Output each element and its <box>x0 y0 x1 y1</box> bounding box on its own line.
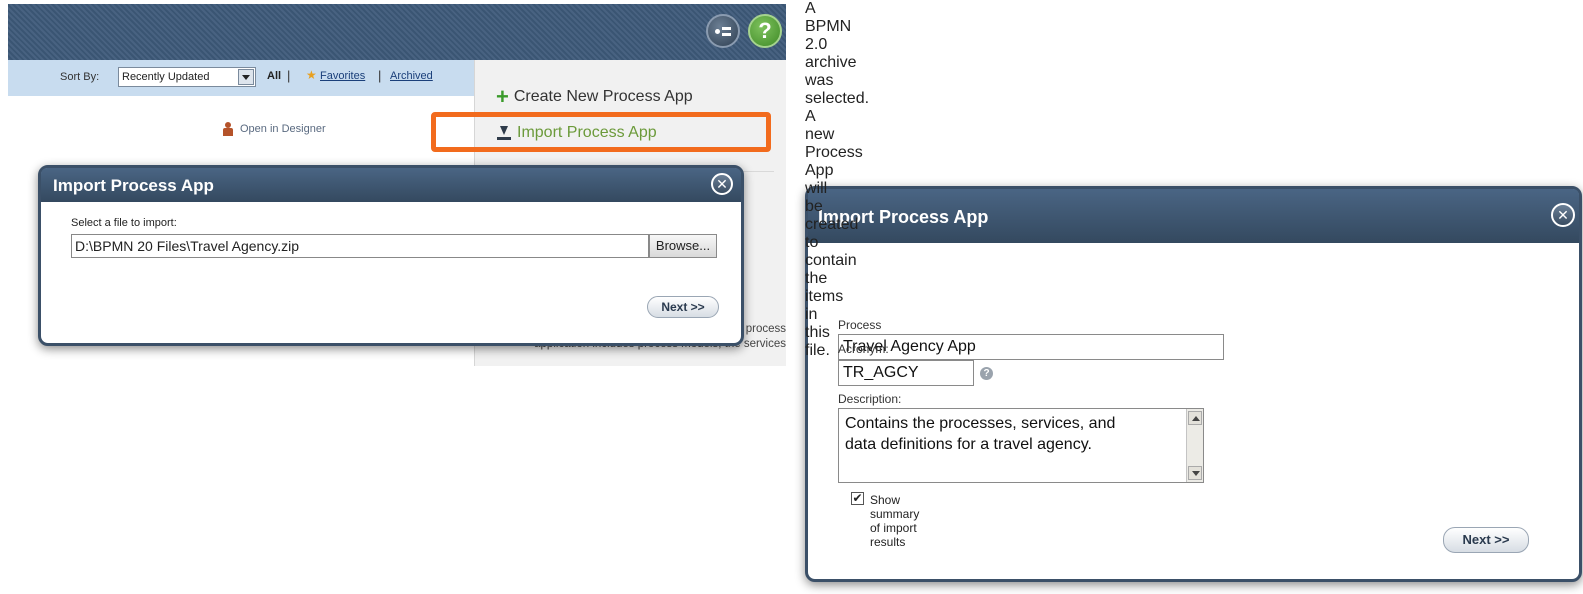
chevron-down-icon[interactable] <box>238 69 254 85</box>
description-text: Contains the processes, services, and da… <box>845 413 1175 455</box>
sort-select-value: Recently Updated <box>122 71 210 83</box>
open-in-designer-label: Open in Designer <box>240 123 326 135</box>
create-process-app-label: Create New Process App <box>513 88 693 105</box>
download-icon <box>496 126 512 140</box>
description-line: Contains the processes, services, and <box>845 415 1116 432</box>
dialog-header: Import Process App ✕ <box>808 189 1579 243</box>
scroll-up-icon[interactable] <box>1188 411 1202 425</box>
scroll-down-icon[interactable] <box>1188 466 1202 480</box>
help-icon[interactable]: ? <box>980 367 993 380</box>
filter-favorites[interactable]: Favorites <box>320 70 365 82</box>
process-app-name-input[interactable]: Travel Agency App <box>838 334 1224 360</box>
filter-separator: | <box>378 68 382 83</box>
filter-archived[interactable]: Archived <box>390 70 433 82</box>
file-label: Select a file to import: <box>71 217 177 229</box>
open-in-designer-link[interactable]: Open in Designer <box>222 122 326 136</box>
description-label: Description: <box>838 392 902 406</box>
filter-all[interactable]: All <box>267 70 281 82</box>
file-path-input[interactable]: D:\BPMN 20 Files\Travel Agency.zip <box>71 234 649 258</box>
close-icon[interactable]: ✕ <box>1551 203 1575 227</box>
dialog-title: Import Process App <box>53 176 214 195</box>
import-process-app-label: Import Process App <box>517 124 657 141</box>
scrollbar[interactable] <box>1186 409 1203 482</box>
acronym-label: Acronym: <box>838 342 889 356</box>
next-button[interactable]: Next >> <box>647 296 719 318</box>
top-banner: ? <box>8 4 786 60</box>
sort-bar: Sort By: Recently Updated All | ★ Favori… <box>8 60 474 96</box>
browse-button[interactable]: Browse... <box>649 234 717 258</box>
description-textarea[interactable]: Contains the processes, services, and da… <box>838 408 1204 483</box>
next-button[interactable]: Next >> <box>1443 527 1529 553</box>
acronym-input[interactable]: TR_AGCY <box>838 360 974 386</box>
close-icon[interactable]: ✕ <box>711 173 733 195</box>
plus-icon: + <box>496 84 509 109</box>
import-process-app-link[interactable]: Import Process App <box>496 124 657 142</box>
star-icon: ★ <box>306 68 317 82</box>
dialog-header: Import Process App ✕ <box>41 168 741 202</box>
designer-icon[interactable] <box>706 14 740 48</box>
designer-user-icon <box>222 122 234 136</box>
create-process-app-link[interactable]: + Create New Process App <box>496 84 693 109</box>
show-summary-label: Show summary of import results <box>870 493 920 549</box>
sort-select[interactable]: Recently Updated <box>118 67 256 87</box>
import-dialog-select-file: Import Process App ✕ Select a file to im… <box>38 165 744 346</box>
sort-by-label: Sort By: <box>60 71 100 83</box>
show-summary-checkbox[interactable]: ✔ <box>851 492 864 505</box>
filter-separator: | <box>287 68 291 83</box>
help-icon[interactable]: ? <box>748 14 782 48</box>
description-line: data definitions for a travel agency. <box>845 436 1092 453</box>
